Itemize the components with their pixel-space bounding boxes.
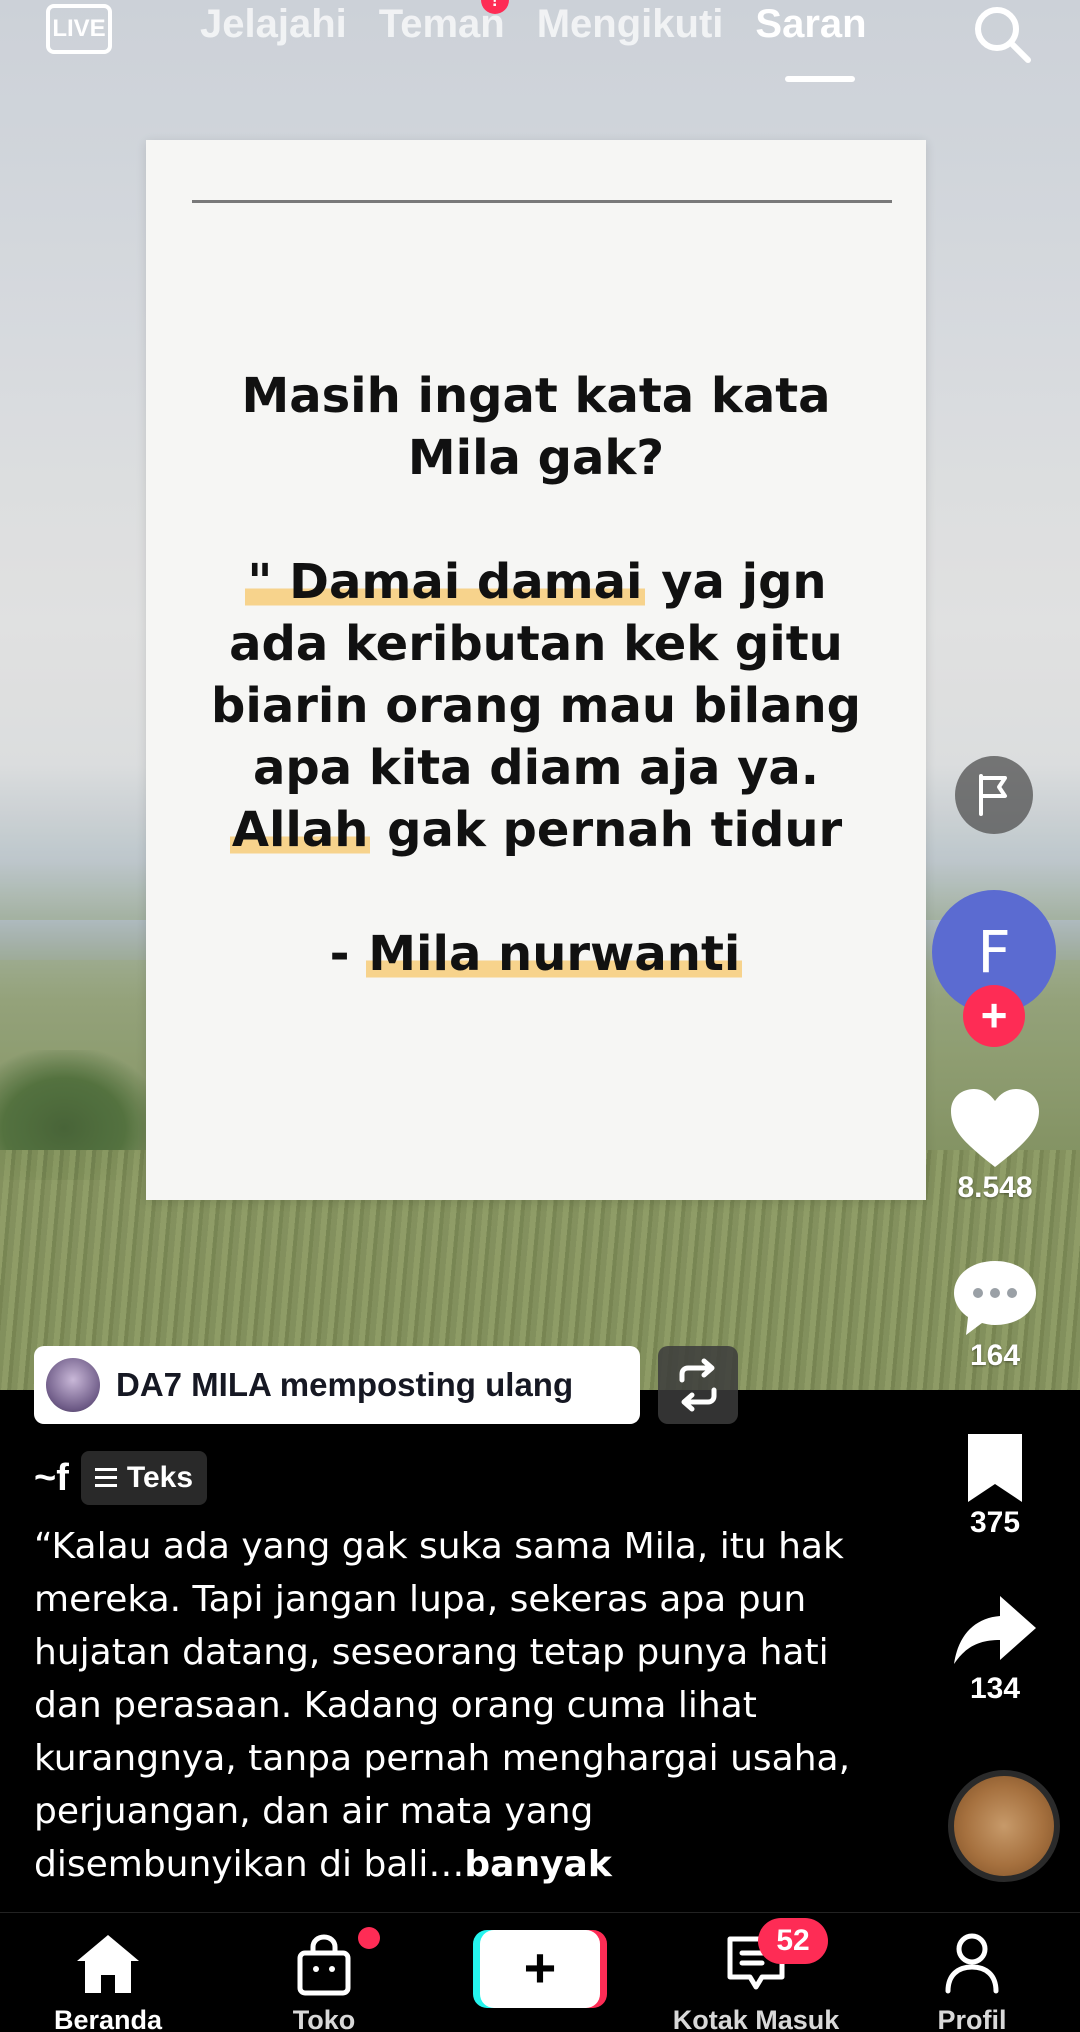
repost-icon [679, 1358, 717, 1412]
text-post-badge: Teks [80, 1451, 208, 1505]
create-button[interactable]: + [480, 1930, 600, 2008]
divider-line [192, 200, 892, 203]
nav-label-profil: Profil [937, 2005, 1007, 2032]
see-more-link[interactable]: banyak [464, 1844, 611, 1885]
repost-text: DA7 MILA memposting ulang [116, 1366, 574, 1403]
search-icon[interactable] [970, 2, 1034, 66]
top-navigation: LIVE Jelajahi Teman ! Mengikuti Saran [0, 0, 1080, 90]
quote-attribution: - Mila nurwanti [329, 926, 743, 982]
quote-line: " Damai damai ya jgn [245, 554, 827, 610]
tab-saran[interactable]: Saran [755, 0, 866, 60]
nav-label-toko: Toko [292, 2005, 356, 2032]
bookmark-count: 375 [969, 1506, 1021, 1539]
quote-line: ada keributan kek gitu [229, 616, 843, 672]
tab-teman[interactable]: Teman ! [379, 0, 509, 60]
like-count: 8.548 [957, 1171, 1033, 1204]
shop-notification-dot [358, 1927, 380, 1949]
quote-text: Masih ingat kata kata Mila gak? " Damai … [146, 365, 926, 985]
repost-banner[interactable]: DA7 MILA memposting ulang [34, 1346, 640, 1424]
quote-card: Masih ingat kata kata Mila gak? " Damai … [146, 140, 926, 1212]
home-icon [77, 1935, 139, 1993]
author-row: ~f Teks [34, 1450, 208, 1506]
quote-line: Masih ingat kata kata [241, 368, 831, 424]
quote-line: biarin orang mau bilang [211, 678, 861, 734]
create-plus-icon: + [523, 1936, 557, 1999]
live-button[interactable]: LIVE [46, 4, 112, 54]
quote-line: apa kita diam aja ya. [252, 740, 820, 796]
nav-label-kotak-masuk: Kotak Masuk [672, 2005, 840, 2032]
comment-button[interactable]: 164 [920, 1255, 1070, 1373]
bookmark-icon [968, 1434, 1022, 1502]
share-arrow-icon [954, 1596, 1036, 1664]
quote-line: Mila gak? [407, 430, 665, 486]
text-lines-icon [94, 1468, 117, 1488]
caption-text: “Kalau ada yang gak suka sama Mila, itu … [34, 1526, 851, 1885]
caption[interactable]: “Kalau ada yang gak suka sama Mila, itu … [34, 1520, 874, 1890]
feed-tabs: Jelajahi Teman ! Mengikuti Saran [200, 0, 867, 60]
tab-mengikuti[interactable]: Mengikuti [537, 0, 724, 60]
paper-edge [146, 1188, 926, 1212]
active-tab-indicator [785, 76, 855, 82]
text-badge-label: Teks [126, 1461, 194, 1494]
follow-button[interactable]: + [963, 985, 1025, 1047]
heart-icon [951, 1089, 1039, 1167]
share-count: 134 [969, 1672, 1021, 1705]
quote-line: Allah gak pernah tidur [229, 802, 843, 858]
nav-label-beranda: Beranda [53, 2005, 163, 2032]
tab-jelajahi[interactable]: Jelajahi [200, 0, 347, 60]
reposter-avatar [46, 1358, 100, 1412]
profile-icon [945, 1933, 999, 1994]
bookmark-button[interactable]: 375 [920, 1430, 1070, 1540]
report-button[interactable] [955, 756, 1033, 834]
comment-icon [954, 1261, 1036, 1335]
comment-count: 164 [969, 1339, 1021, 1372]
author-name[interactable]: ~f [34, 1457, 69, 1500]
music-disc[interactable] [948, 1770, 1060, 1882]
flag-icon [979, 774, 1007, 816]
like-button[interactable]: 8.548 [920, 1085, 1070, 1205]
share-button[interactable]: 134 [920, 1592, 1070, 1706]
repost-button[interactable] [658, 1346, 738, 1424]
inbox-badge: 52 [758, 1918, 828, 1964]
shop-bag-icon [297, 1934, 351, 1996]
